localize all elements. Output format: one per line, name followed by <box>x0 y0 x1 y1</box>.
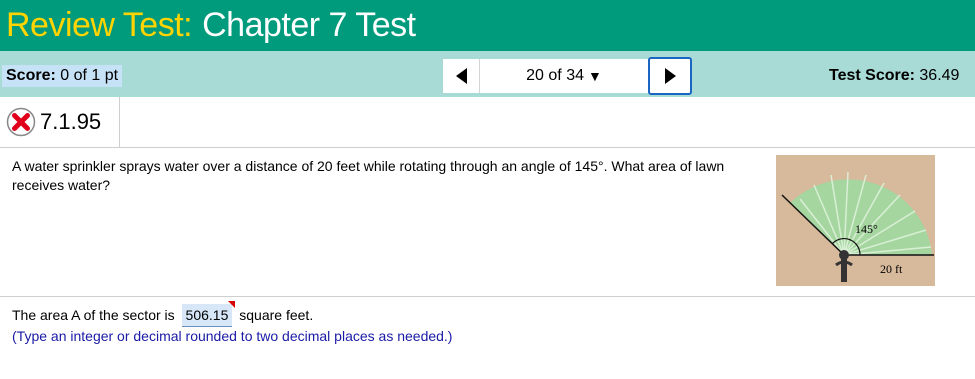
question-navigator: 20 of 34 ▼ <box>443 57 692 95</box>
next-question-button[interactable] <box>648 57 692 95</box>
incorrect-flag-icon <box>228 301 236 308</box>
section-divider <box>0 296 975 297</box>
test-score-value: 36.49 <box>919 67 960 84</box>
sprinkler-figure: 145° 20 ft <box>776 155 935 286</box>
question-selector-dropdown[interactable]: 20 of 34 ▼ <box>480 59 648 93</box>
problem-number: 7.1.95 <box>40 109 102 134</box>
page-title: Chapter 7 Test <box>202 6 416 44</box>
arrow-left-icon <box>455 68 467 84</box>
test-score-label: Test Score: <box>829 67 915 84</box>
answer-suffix: square feet. <box>239 307 314 323</box>
page-header: Review Test: Chapter 7 Test <box>0 0 975 51</box>
test-score: Test Score: 36.49 <box>829 65 959 87</box>
answer-input[interactable]: 506.15 <box>181 301 236 327</box>
score-label: Score: <box>6 67 56 84</box>
score-value: 0 of 1 pt <box>60 67 119 84</box>
title-prefix: Review Test: <box>6 6 193 44</box>
score-bar: Score: 0 of 1 pt 20 of 34 ▼ Test Score: … <box>0 51 975 97</box>
question-text: A water sprinkler sprays water over a di… <box>12 158 725 193</box>
caret-down-icon: ▼ <box>587 68 602 84</box>
answer-prefix: The area A of the sector is <box>12 307 175 323</box>
previous-question-button[interactable] <box>443 59 480 93</box>
arrow-right-icon <box>664 68 676 84</box>
problem-header: 7.1.95 <box>0 97 975 148</box>
angle-label: 145° <box>855 222 878 236</box>
answer-value: 506.15 <box>185 307 229 323</box>
problem-id-box: 7.1.95 <box>0 97 120 147</box>
distance-label: 20 ft <box>880 262 903 276</box>
question-score: Score: 0 of 1 pt <box>2 65 123 87</box>
incorrect-x-icon <box>6 107 36 137</box>
answer-hint: (Type an integer or decimal rounded to t… <box>12 328 453 344</box>
question-position: 20 of 34 <box>526 67 584 84</box>
answer-line: The area A of the sector is 506.15 squar… <box>12 301 314 327</box>
